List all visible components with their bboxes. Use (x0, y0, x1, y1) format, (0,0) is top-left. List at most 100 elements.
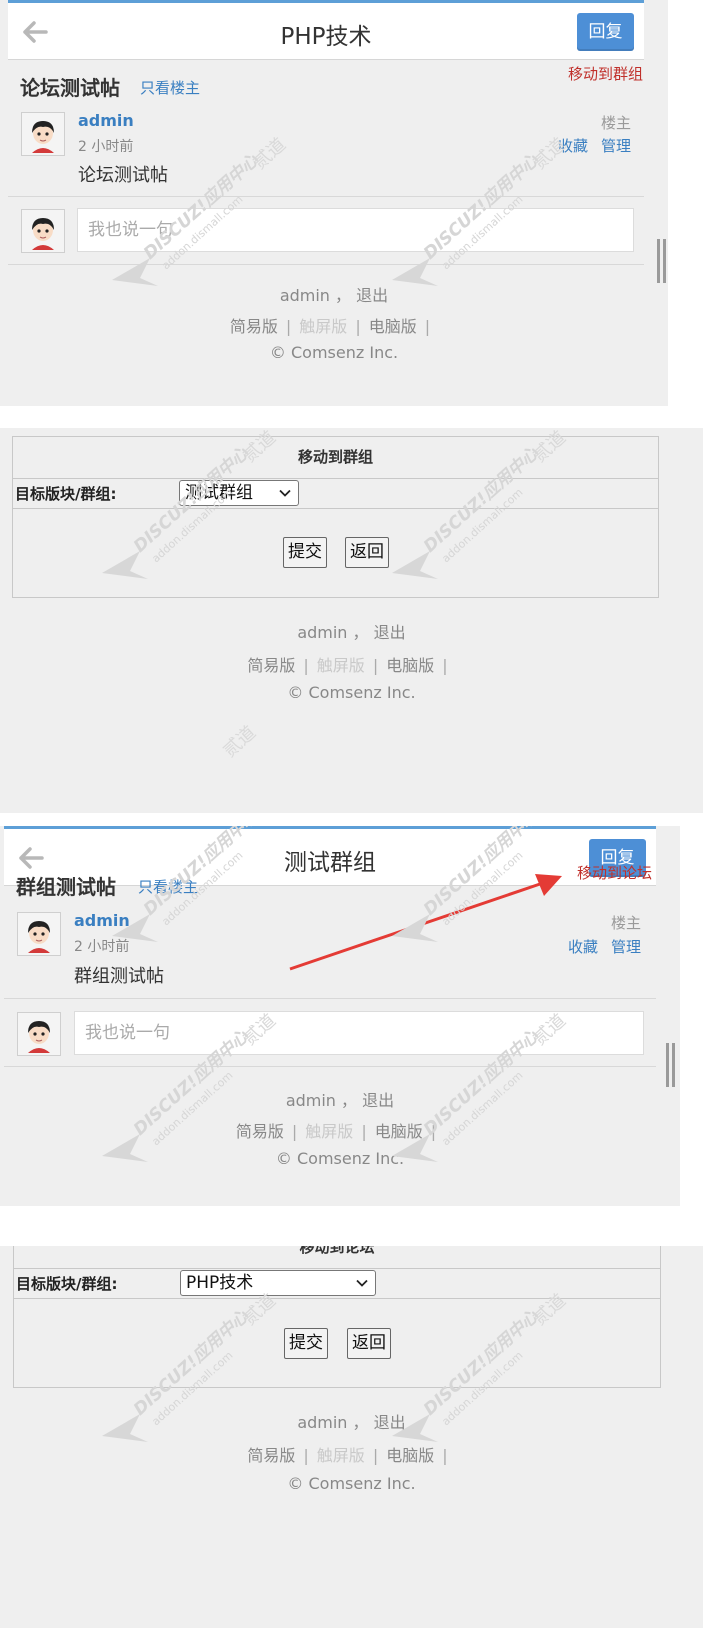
footer-version-links: 简易版 | 触屏版 | 电脑版 | (0, 1118, 680, 1142)
reply-button[interactable]: 回复 (577, 13, 634, 51)
post-time: 2 小时前 (78, 139, 134, 155)
move-form-table: 移动到群组 目标版块/群组: 测试群组 提交 返回 (12, 436, 659, 598)
footer-separator: | (361, 1122, 367, 1141)
desktop-version-link[interactable]: 电脑版 (386, 656, 434, 675)
desktop-version-link[interactable]: 电脑版 (386, 1446, 434, 1465)
footer-separator: | (355, 317, 361, 336)
scrollbar-thumb[interactable] (672, 1043, 675, 1087)
author-name[interactable]: admin (78, 111, 134, 130)
footer-copyright: © Comsenz Inc. (269, 343, 399, 362)
footer-copyright: © Comsenz Inc. (275, 1149, 405, 1168)
footer-comma: ， (335, 286, 352, 305)
scrollbar-thumb[interactable] (657, 239, 660, 283)
touch-version-link[interactable]: 触屏版 (299, 317, 347, 336)
target-label: 目标版块/群组: (15, 485, 117, 503)
header-bar: PHP技术 回复 (8, 3, 644, 60)
current-user-avatar (17, 1012, 61, 1056)
move-to-forum-screen: 移动到论坛 目标版块/群组: PHP技术 提交 返回 admin ， 退出 简易… (0, 1246, 703, 1628)
move-to-forum-link[interactable]: 移动到论坛 (577, 862, 652, 883)
divider (8, 196, 644, 197)
submit-button[interactable]: 提交 (283, 537, 327, 568)
watermark-mark: 贰道 (249, 134, 290, 174)
submit-button[interactable]: 提交 (284, 1328, 328, 1359)
avatar-face-icon (18, 1013, 60, 1055)
touch-version-link[interactable]: 触屏版 (305, 1122, 353, 1141)
simple-version-link[interactable]: 简易版 (236, 1122, 284, 1141)
footer-version-links: 简易版 | 触屏版 | 电脑版 | (0, 313, 668, 337)
simple-version-link[interactable]: 简易版 (247, 656, 295, 675)
simple-version-link[interactable]: 简易版 (230, 317, 278, 336)
chevron-down-icon (279, 489, 291, 497)
divider (8, 264, 644, 265)
thread-title: 群组测试帖 (16, 875, 116, 899)
footer-separator: | (430, 1122, 437, 1141)
author-avatar[interactable] (21, 112, 65, 156)
logout-link[interactable]: 退出 (374, 1413, 406, 1432)
footer-separator: | (442, 1446, 448, 1465)
footer-separator: | (442, 656, 448, 675)
target-select[interactable]: 测试群组 (179, 480, 299, 506)
favorite-link[interactable]: 收藏 (568, 936, 598, 957)
footer-username[interactable]: admin (286, 1091, 336, 1110)
footer-user-line: admin ， 退出 (0, 1087, 680, 1111)
divider (4, 1066, 656, 1067)
back-button[interactable]: 返回 (347, 1328, 391, 1359)
avatar-face-icon (18, 913, 60, 955)
footer-separator: | (303, 1446, 309, 1465)
footer-version-links: 简易版 | 触屏版 | 电脑版 | (0, 652, 703, 676)
move-form-heading: 移动到论坛 (14, 1246, 660, 1269)
footer-copyright: © Comsenz Inc. (287, 1474, 416, 1493)
group-thread-screen: 测试群组 回复 移动到论坛 群组测试帖 只看楼主 admin 2 小时前 群组测… (0, 826, 680, 1206)
only-author-link[interactable]: 只看楼主 (140, 77, 200, 98)
footer-username[interactable]: admin (297, 623, 347, 642)
footer-separator: | (424, 317, 431, 336)
footer-version-links: 简易版 | 触屏版 | 电脑版 | (0, 1442, 703, 1466)
floor-label: 楼主 (611, 914, 642, 932)
manage-link[interactable]: 管理 (611, 936, 641, 957)
footer-comma: ， (341, 1091, 358, 1110)
post-content: 群组测试帖 (74, 966, 164, 987)
footer-user-line: admin ， 退出 (0, 1409, 703, 1433)
move-form-table: 移动到论坛 目标版块/群组: PHP技术 提交 返回 (13, 1246, 661, 1388)
logout-link[interactable]: 退出 (374, 623, 406, 642)
favorite-link[interactable]: 收藏 (558, 135, 588, 156)
footer-comma: ， (352, 623, 369, 642)
target-select-value: 测试群组 (185, 483, 253, 503)
move-to-group-screen: 移动到群组 目标版块/群组: 测试群组 提交 返回 admin ， 退出 简易版… (0, 428, 703, 813)
floor-label: 楼主 (601, 114, 632, 132)
watermark-mark: 贰道 (219, 722, 260, 762)
post-time: 2 小时前 (74, 939, 130, 955)
target-select[interactable]: PHP技术 (180, 1270, 376, 1296)
desktop-version-link[interactable]: 电脑版 (375, 1122, 423, 1141)
footer-separator: | (372, 1446, 379, 1465)
avatar-face-icon (22, 113, 64, 155)
discuz-watermark-logo: DISCUZ!应用中心 addon.dismall.com 贰道 (112, 134, 290, 286)
footer-user-line: admin ， 退出 (0, 619, 703, 643)
footer-username[interactable]: admin (297, 1413, 347, 1432)
current-user-avatar (21, 209, 65, 253)
manage-link[interactable]: 管理 (601, 135, 631, 156)
logout-link[interactable]: 退出 (356, 286, 388, 305)
footer-user-line: admin ， 退出 (0, 282, 668, 306)
footer-separator: | (372, 656, 379, 675)
chevron-down-icon (356, 1279, 368, 1287)
footer-username[interactable]: admin (280, 286, 330, 305)
touch-version-link[interactable]: 触屏版 (317, 1446, 365, 1465)
touch-version-link[interactable]: 触屏版 (317, 656, 365, 675)
back-button[interactable]: 返回 (345, 537, 389, 568)
scrollbar-thumb[interactable] (663, 239, 666, 283)
quick-reply-input[interactable]: 我也说一句 (77, 208, 634, 252)
author-name[interactable]: admin (74, 911, 130, 930)
divider (4, 998, 656, 999)
quick-reply-input[interactable]: 我也说一句 (74, 1011, 644, 1055)
author-avatar[interactable] (17, 912, 61, 956)
simple-version-link[interactable]: 简易版 (247, 1446, 295, 1465)
move-to-group-link[interactable]: 移动到群组 (568, 63, 643, 84)
logout-link[interactable]: 退出 (362, 1091, 394, 1110)
desktop-version-link[interactable]: 电脑版 (369, 317, 417, 336)
post-content: 论坛测试帖 (78, 165, 168, 186)
only-author-link[interactable]: 只看楼主 (138, 876, 198, 897)
target-select-value: PHP技术 (186, 1273, 254, 1293)
scrollbar-thumb[interactable] (666, 1043, 669, 1087)
avatar-face-icon (22, 210, 64, 252)
